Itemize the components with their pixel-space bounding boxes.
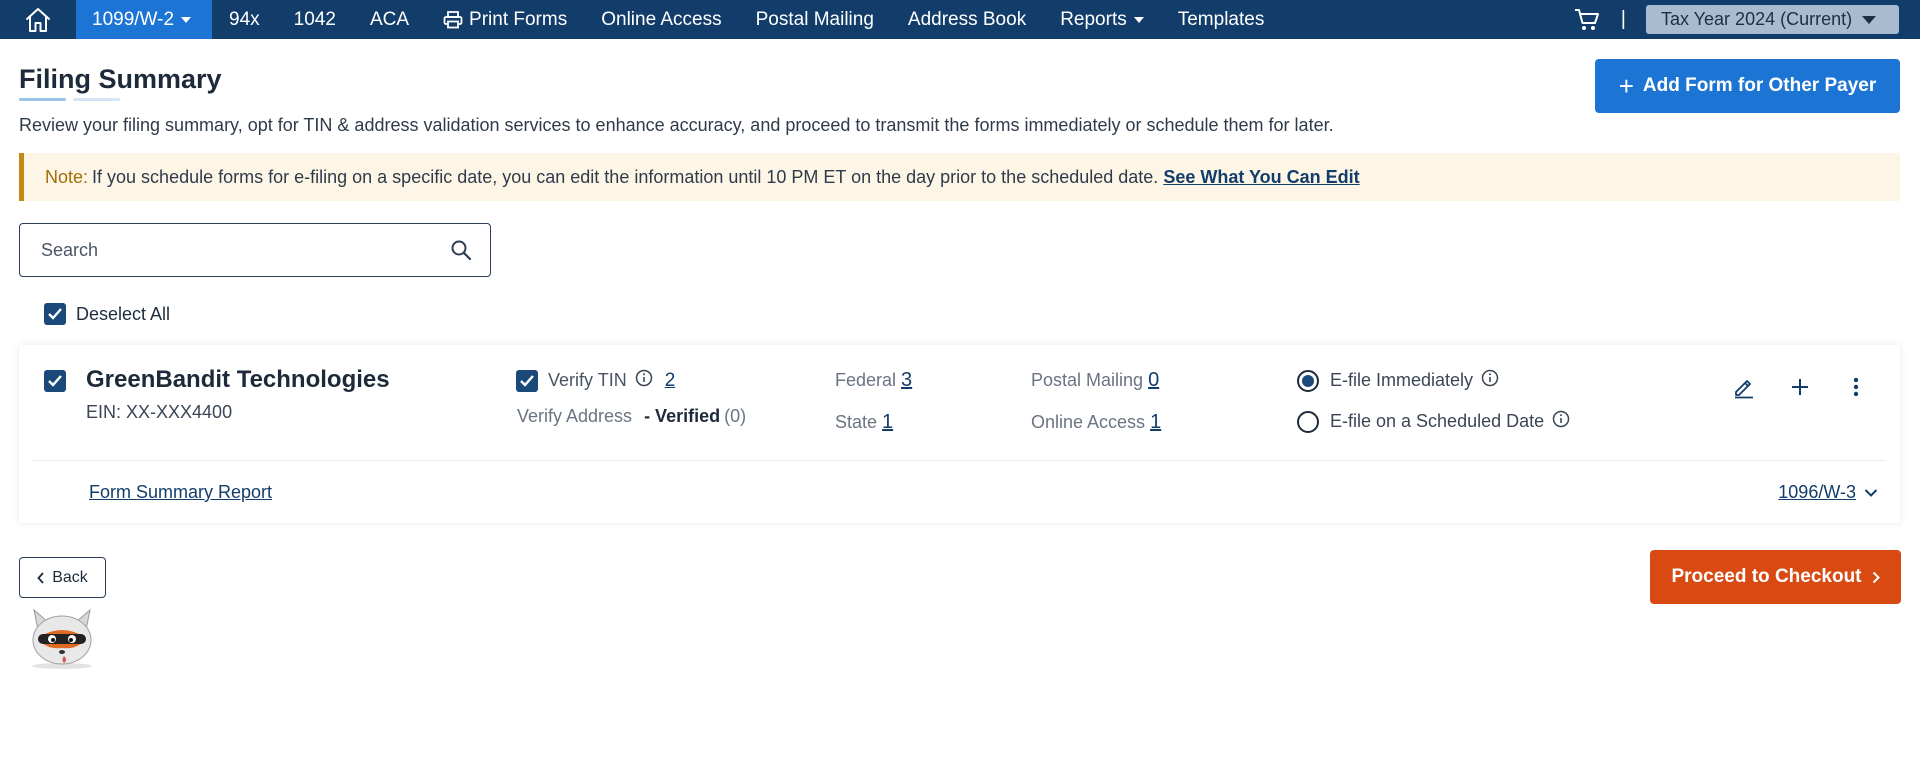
verify-address-label: Verify Address [517,406,633,426]
info-icon[interactable] [635,369,653,392]
verify-address-status: - Verified [644,406,721,426]
nav-item-print-forms[interactable]: Print Forms [426,0,584,39]
postal-mailing-count-link[interactable]: 0 [1148,369,1159,391]
efile-scheduled-label: E-file on a Scheduled Date [1330,411,1545,431]
nav-label: Reports [1060,8,1127,30]
transmittal-dropdown[interactable]: 1096/W-3 [1778,482,1878,503]
see-what-you-can-edit-link[interactable]: See What You Can Edit [1163,167,1359,188]
title-underline [73,98,120,101]
radio-unselected-icon [1297,410,1319,433]
postal-mailing-label: Postal Mailing [1031,370,1144,390]
chevron-down-icon [1862,15,1877,24]
checkout-label: Proceed to Checkout [1671,566,1862,587]
chevron-down-icon [181,16,192,23]
tax-year-label: Tax Year 2024 (Current) [1661,9,1853,29]
nav-item-1099-w2[interactable]: 1099/W-2 [76,0,213,39]
nav-right: | Tax Year 2024 (Current) [1567,0,1920,39]
info-icon[interactable] [1552,410,1570,433]
add-form-label: Add Form for Other Payer [1642,75,1877,96]
nav-item-address-book[interactable]: Address Book [891,0,1043,39]
postal-mailing-count: Postal Mailing 0 [1031,369,1159,392]
add-icon[interactable] [1785,372,1815,402]
more-vertical-icon[interactable] [1841,372,1871,402]
chevron-left-icon [37,571,44,584]
chevron-down-icon [1864,488,1878,497]
nav-item-aca[interactable]: ACA [353,0,426,39]
nav-label: Postal Mailing [755,8,874,30]
state-label: State [835,412,878,432]
page-title: Filing Summary [19,64,222,94]
nav-label: 94x [229,8,260,30]
nav-label: ACA [369,8,410,30]
online-access-label: Online Access [1031,412,1146,432]
transmittal-label: 1096/W-3 [1778,482,1856,502]
radio-selected-icon [1297,369,1319,392]
chevron-right-icon [1872,571,1880,583]
nav-label: Print Forms [469,8,568,30]
form-summary-report-link[interactable]: Form Summary Report [89,482,272,503]
efile-immediately-radio[interactable]: E-file Immediately [1297,369,1499,392]
verify-tin: Verify TIN 2 [516,369,675,392]
federal-label: Federal [835,370,897,390]
payer-name: GreenBandit Technologies [86,366,390,393]
nav-item-online-access[interactable]: Online Access [584,0,738,39]
home-icon[interactable] [0,0,76,39]
back-label: Back [52,568,88,586]
nav-label: 1042 [293,8,336,30]
tax-year-select[interactable]: Tax Year 2024 (Current) [1646,5,1899,34]
verify-address-count: (0) [724,406,747,426]
checkbox-checked-icon [44,303,66,325]
edit-icon[interactable] [1729,372,1759,402]
nav-label: Templates [1177,8,1265,30]
efile-scheduled-radio[interactable]: E-file on a Scheduled Date [1297,410,1570,433]
nav-item-94x[interactable]: 94x [212,0,277,39]
nav-item-templates[interactable]: Templates [1161,0,1282,39]
payer-card: GreenBandit Technologies EIN: XX-XXX4400… [19,345,1900,523]
card-divider [33,460,1886,461]
search-icon[interactable] [450,239,472,266]
nav-label: Address Book [907,8,1027,30]
deselect-all-label: Deselect All [76,303,171,324]
verify-tin-checkbox[interactable] [516,369,538,392]
verify-tin-count-link[interactable]: 2 [665,370,676,392]
back-button[interactable]: Back [19,557,106,598]
nav-item-postal-mailing[interactable]: Postal Mailing [739,0,891,39]
payer-ein: EIN: XX-XXX4400 [86,402,233,422]
add-form-other-payer-button[interactable]: + Add Form for Other Payer [1595,59,1900,113]
title-underline [19,98,66,101]
proceed-to-checkout-button[interactable]: Proceed to Checkout [1650,550,1901,604]
note-label: Note: [45,166,89,187]
plus-icon: + [1618,71,1634,101]
note-text: If you schedule forms for e-filing on a … [92,166,1159,187]
nav-label: 1099/W-2 [92,8,175,30]
info-icon[interactable] [1481,369,1499,392]
top-nav: 1099/W-2 94x 1042 ACA Print Forms Online… [0,0,1920,39]
page-description: Review your filing summary, opt for TIN … [19,115,1334,135]
nav-separator: | [1620,8,1626,30]
payer-checkbox[interactable] [44,370,66,392]
search-box [19,223,491,277]
federal-count-link[interactable]: 3 [901,369,912,391]
state-count-link[interactable]: 1 [882,411,893,433]
printer-icon [443,10,463,29]
efile-immediately-label: E-file Immediately [1330,370,1474,390]
nav-item-reports[interactable]: Reports [1043,0,1161,39]
note-banner: Note: If you schedule forms for e-filing… [19,153,1900,201]
cart-icon[interactable] [1567,0,1607,39]
chevron-down-icon [1133,16,1144,23]
online-access-count: Online Access 1 [1031,411,1161,434]
federal-count: Federal 3 [835,369,912,392]
state-count: State 1 [835,411,893,434]
deselect-all-checkbox[interactable]: Deselect All [44,303,170,325]
nav-label: Online Access [601,8,722,30]
verify-address: Verify Address - Verified (0) [517,406,746,427]
search-input[interactable] [41,239,431,261]
mascot-avatar[interactable] [24,600,100,672]
nav-item-1042[interactable]: 1042 [277,0,353,39]
online-access-count-link[interactable]: 1 [1150,411,1161,433]
verify-tin-label: Verify TIN [548,370,627,390]
